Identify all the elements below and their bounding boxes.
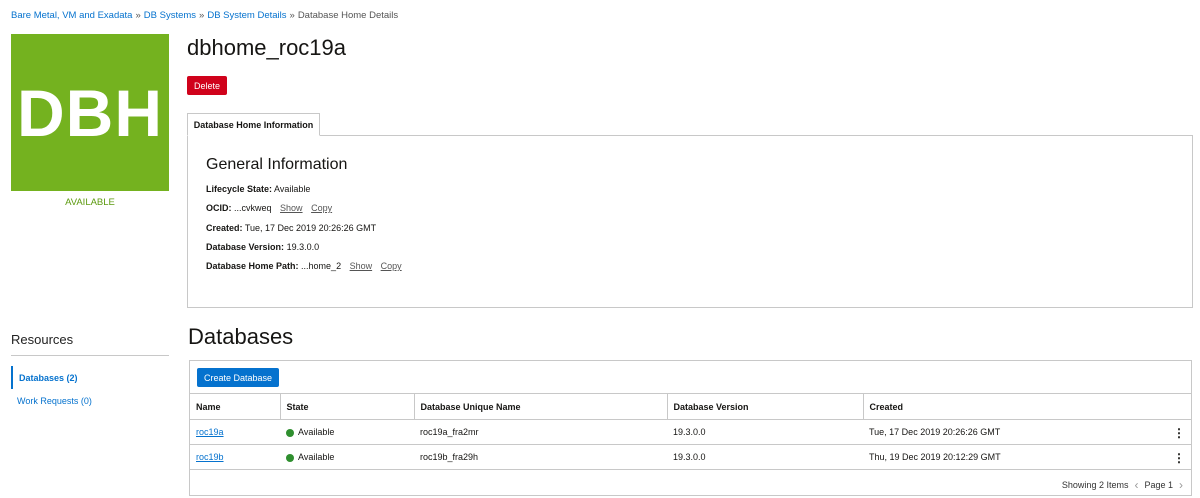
lifecycle-state-value: Available [274, 184, 311, 194]
ocid-value: ...cvkweq [234, 203, 272, 213]
breadcrumb-bare-metal[interactable]: Bare Metal, VM and Exadata [11, 10, 132, 21]
lifecycle-state-row: Lifecycle State: Available [206, 184, 310, 194]
breadcrumb-current: Database Home Details [297, 10, 399, 21]
database-home-path-row: Database Home Path: ...home_2 Show Copy [206, 261, 402, 271]
created-value: Tue, 17 Dec 2019 20:26:26 GMT [244, 223, 377, 233]
database-created: Tue, 17 Dec 2019 20:26:26 GMT [869, 427, 1001, 437]
database-state: Available [298, 427, 335, 437]
created-row: Created: Tue, 17 Dec 2019 20:26:26 GMT [206, 223, 376, 233]
database-version-label: Database Version: [206, 242, 285, 252]
resource-item-work-requests[interactable]: Work Requests (0) [11, 389, 169, 412]
path-copy-link[interactable]: Copy [381, 261, 402, 271]
database-unique-name: roc19b_fra29h [414, 444, 667, 470]
breadcrumb-separator: » [289, 10, 295, 21]
row-actions-kebab-icon[interactable]: ⋮ [1163, 426, 1185, 440]
databases-table: Name State Database Unique Name Database… [190, 393, 1191, 470]
general-information-heading: General Information [206, 156, 348, 173]
column-header-created[interactable]: Created [863, 393, 1191, 420]
pagination: Showing 2 Items ‹ Page 1 › [1062, 478, 1183, 492]
breadcrumb: Bare Metal, VM and Exadata» DB Systems» DB… [11, 10, 398, 21]
page-title: dbhome_roc19a [187, 35, 347, 60]
table-header-row: Name State Database Unique Name Database… [190, 393, 1191, 420]
ocid-show-link[interactable]: Show [280, 203, 303, 213]
database-name-link[interactable]: roc19a [196, 427, 224, 437]
resource-status: AVAILABLE [65, 197, 115, 208]
table-row: roc19a Available roc19a_fra2mr 19.3.0.0 … [190, 419, 1191, 445]
database-version: 19.3.0.0 [667, 444, 863, 470]
delete-button[interactable]: Delete [187, 76, 228, 95]
ocid-label: OCID: [206, 203, 232, 213]
database-state: Available [298, 452, 335, 462]
database-created: Thu, 19 Dec 2019 20:12:29 GMT [869, 452, 1001, 462]
breadcrumb-separator: » [199, 10, 205, 21]
row-actions-kebab-icon[interactable]: ⋮ [1163, 451, 1185, 465]
database-version: 19.3.0.0 [667, 419, 863, 445]
column-header-unique-name[interactable]: Database Unique Name [414, 393, 668, 420]
page-number: Page 1 [1144, 480, 1173, 490]
database-home-path-label: Database Home Path: [206, 261, 299, 271]
database-version-value: 19.3.0.0 [286, 242, 320, 252]
chevron-left-icon[interactable]: ‹ [1134, 478, 1138, 492]
showing-count: Showing 2 Items [1061, 480, 1129, 490]
column-header-version[interactable]: Database Version [667, 393, 864, 420]
database-home-path-value: ...home_2 [301, 261, 342, 271]
database-name-link[interactable]: roc19b [196, 452, 224, 462]
table-row: roc19b Available roc19b_fra29h 19.3.0.0 … [190, 444, 1191, 470]
column-header-name[interactable]: Name [190, 393, 281, 420]
general-information-panel: General Information Lifecycle State: Ava… [187, 135, 1193, 308]
ocid-row: OCID: ...cvkweq Show Copy [206, 203, 332, 213]
resource-tile-icon: DBH [11, 34, 169, 191]
lifecycle-state-label: Lifecycle State: [206, 184, 273, 194]
created-label: Created: [206, 223, 243, 233]
databases-heading: Databases [188, 324, 294, 349]
ocid-copy-link[interactable]: Copy [311, 203, 332, 213]
breadcrumb-separator: » [135, 10, 141, 21]
chevron-right-icon[interactable]: › [1179, 478, 1183, 492]
database-unique-name: roc19a_fra2mr [414, 419, 667, 445]
create-database-button[interactable]: Create Database [197, 368, 280, 387]
breadcrumb-db-systems[interactable]: DB Systems [144, 10, 196, 21]
status-dot-icon [286, 428, 294, 437]
path-show-link[interactable]: Show [350, 261, 373, 271]
resource-item-databases[interactable]: Databases (2) [11, 366, 169, 389]
resources-divider [11, 355, 169, 356]
breadcrumb-db-system-details[interactable]: DB System Details [207, 10, 286, 21]
databases-panel: Create Database Name State Database Uniq… [189, 360, 1192, 496]
tab-database-home-information[interactable]: Database Home Information [187, 113, 320, 136]
resources-title: Resources [11, 332, 74, 347]
column-header-state[interactable]: State [280, 393, 415, 420]
status-dot-icon [286, 453, 294, 462]
database-version-row: Database Version: 19.3.0.0 [206, 242, 319, 252]
